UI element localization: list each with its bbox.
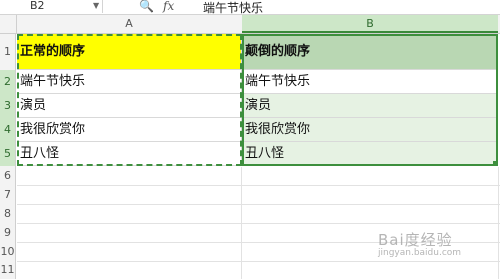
watermark-text: Bai度经验 — [378, 231, 453, 249]
name-box[interactable]: B2 — [0, 0, 103, 13]
baidu-watermark: Bai度经验 jingyan.baidu.com — [378, 229, 461, 258]
grid-line — [17, 223, 500, 224]
cell-b2[interactable]: 端午节快乐 — [242, 70, 498, 94]
fill-handle[interactable] — [493, 161, 498, 166]
row-header-5[interactable]: 5 — [0, 142, 16, 166]
grid-line — [241, 167, 242, 279]
formula-bar: B2 ▼ 🔍 fx 端午节快乐 — [0, 0, 500, 15]
cell-a3[interactable]: 演员 — [17, 94, 242, 118]
row-header-10[interactable]: 10 — [0, 242, 16, 261]
grid-line — [498, 167, 499, 279]
cell-a5[interactable]: 丑八怪 — [17, 142, 242, 166]
zoom-icon[interactable]: 🔍 — [139, 0, 154, 13]
name-box-value: B2 — [30, 0, 45, 12]
row-header-8[interactable]: 8 — [0, 204, 16, 223]
cell-a2[interactable]: 端午节快乐 — [17, 70, 242, 94]
grid-line — [17, 261, 500, 262]
cell-a4[interactable]: 我很欣赏你 — [17, 118, 242, 142]
row-header-11[interactable]: 11 — [0, 261, 16, 279]
column-header-a[interactable]: A — [17, 15, 241, 33]
select-all-corner[interactable] — [0, 15, 17, 33]
row-header-9[interactable]: 9 — [0, 223, 16, 242]
fx-icon[interactable]: fx — [163, 0, 174, 13]
cell-b5[interactable]: 丑八怪 — [242, 142, 498, 166]
row-header-7[interactable]: 7 — [0, 185, 16, 204]
row-header-2[interactable]: 2 — [0, 70, 16, 94]
cell-b4[interactable]: 我很欣赏你 — [242, 118, 498, 142]
formula-input[interactable]: 端午节快乐 — [203, 0, 263, 16]
row-header-3[interactable]: 3 — [0, 94, 16, 118]
grid-line — [17, 204, 500, 205]
cell-b3[interactable]: 演员 — [242, 94, 498, 118]
watermark-subtext: jingyan.baidu.com — [378, 248, 462, 258]
row-header-4[interactable]: 4 — [0, 118, 16, 142]
cell-a1[interactable]: 正常的顺序 — [17, 34, 242, 70]
row-header-6[interactable]: 6 — [0, 166, 16, 185]
cell-b1[interactable]: 颠倒的顺序 — [242, 34, 498, 70]
grid-line — [17, 185, 500, 186]
chevron-down-icon[interactable]: ▼ — [93, 1, 99, 10]
column-header-b[interactable]: B — [242, 15, 498, 33]
row-header-1[interactable]: 1 — [0, 34, 16, 70]
